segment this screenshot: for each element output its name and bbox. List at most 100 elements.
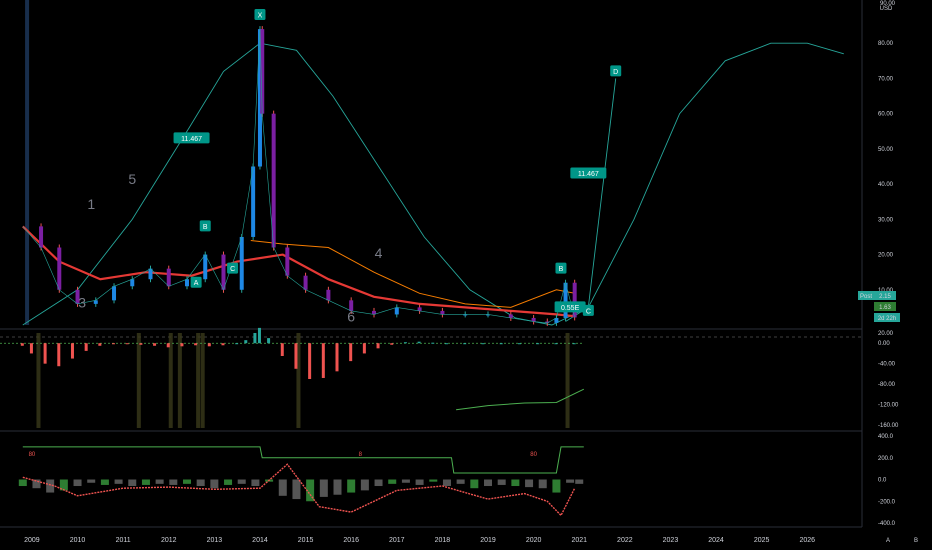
price-tick-label: 30.00 [878, 217, 894, 223]
oscillator-bar [235, 343, 239, 345]
oscillator-bar [29, 343, 33, 354]
highlight-band [36, 333, 41, 428]
lower-bar [87, 479, 96, 483]
chart-label-text: C [586, 308, 591, 315]
x-tick-label: 2018 [435, 537, 451, 544]
x-tick-label: 2016 [343, 537, 359, 544]
price-top-label: 90.00 [880, 1, 896, 7]
oscillator-bar [70, 343, 74, 359]
candle [285, 247, 290, 276]
candle [239, 236, 244, 290]
axes: 80.0070.0060.0050.0040.0030.0020.0010.00… [24, 41, 900, 544]
x-tick-label: 2019 [480, 537, 496, 544]
lower-bar [415, 479, 424, 485]
highlight-band [136, 333, 141, 428]
price-tick-label: 70.00 [878, 76, 894, 82]
x-tick-label: 2026 [799, 537, 815, 544]
chart-label-text: D [613, 69, 618, 76]
oscillator-signal-line [456, 388, 585, 411]
highlight-band [200, 333, 205, 428]
cycle-curve [22, 42, 844, 326]
lower-bar [196, 479, 205, 487]
x-tick-label: 2017 [389, 537, 405, 544]
wave-number: 6 [347, 308, 355, 324]
lower-bar [442, 479, 451, 487]
lower-bar [182, 479, 191, 484]
lower-bar [169, 479, 178, 485]
x-tick-label: 2011 [116, 537, 131, 544]
oscillator-bar [280, 343, 284, 356]
oscillator-bar [417, 341, 421, 344]
oscillator-bar [221, 343, 225, 346]
oscillator-bar [499, 343, 503, 345]
oscillator-pane[interactable] [0, 327, 585, 411]
lower-bar [360, 479, 369, 491]
lower-bar [429, 479, 438, 482]
oscillator-bar [20, 343, 24, 346]
lower-bar [155, 479, 164, 484]
lower-bar [333, 479, 342, 495]
chart-label-text: B [559, 266, 564, 273]
oscillator-bar [84, 343, 88, 351]
chart-label-text: A [194, 280, 199, 287]
lower-bar [566, 479, 575, 483]
lower-pane[interactable]: 80 8 80 [18, 446, 584, 517]
oscillator-bar [335, 343, 339, 372]
oscillator-bar [125, 343, 129, 345]
oscillator-bar [362, 343, 366, 354]
candle [39, 226, 44, 248]
price-tick-label: 60.00 [878, 112, 894, 118]
x-tick-label: 2022 [617, 537, 633, 544]
x-tick-label: 2024 [708, 537, 724, 544]
chart-label-text: 11.467 [181, 136, 202, 143]
oscillator-bar [572, 343, 576, 345]
lower-tick-label: -400.0 [878, 521, 896, 527]
oscillator-tick-label: -40.00 [878, 362, 896, 368]
chart-label-text: X [258, 13, 263, 20]
x-tick-label: 2020 [526, 537, 542, 544]
x-tick-label: 2010 [70, 537, 86, 544]
lower-marker-label: 8 [359, 452, 363, 458]
oscillator-bar [166, 343, 170, 348]
price-tick-label: 20.00 [878, 253, 894, 259]
x-tick-label: 2013 [207, 537, 223, 544]
lower-tick-label: -200.0 [878, 499, 896, 505]
oscillator-tick-label: -80.00 [878, 382, 896, 388]
oscillator-bar [57, 343, 61, 367]
lower-bar [18, 479, 27, 487]
candle [112, 286, 117, 301]
oscillator-bar [390, 343, 394, 345]
lower-bar [470, 479, 479, 489]
lower-bar [401, 479, 410, 483]
oscillator-bar [139, 343, 143, 345]
oscillator-bar [554, 343, 558, 345]
lower-bar [575, 479, 584, 484]
lower-bar [497, 479, 506, 485]
lower-bar [552, 479, 561, 493]
wave-number: 5 [128, 171, 136, 187]
price-tick-label: 80.00 [878, 41, 894, 47]
moving-average-red [22, 225, 575, 318]
grid-lines [0, 0, 863, 528]
oscillator-bar [463, 343, 467, 345]
oscillator-bar [349, 343, 353, 362]
lower-bar [237, 479, 246, 484]
price-pane[interactable]: 1 3 5 4 6 11.467 11.467 B A C X B C D 0.55E [22, 9, 844, 326]
candle [184, 279, 189, 287]
chart-label-text: C [230, 266, 235, 273]
wave-number: 1 [87, 196, 95, 212]
price-tick-label: 50.00 [878, 147, 894, 153]
log-scale-button[interactable]: B [914, 538, 918, 544]
lower-bar [32, 479, 41, 489]
moving-average-orange [250, 240, 575, 308]
chart-label-text: 11.467 [578, 171, 599, 178]
oscillator-bar [43, 343, 47, 364]
oscillator-bar [257, 327, 261, 344]
countdown-badge-value: 2d 22h [878, 316, 896, 322]
wave-number: 4 [375, 245, 383, 261]
candle [531, 317, 536, 322]
auto-scale-button[interactable]: A [886, 538, 890, 544]
lower-bar [141, 479, 150, 485]
oscillator-tick-label: 20.00 [878, 331, 894, 337]
oscillator-bar [376, 343, 380, 349]
